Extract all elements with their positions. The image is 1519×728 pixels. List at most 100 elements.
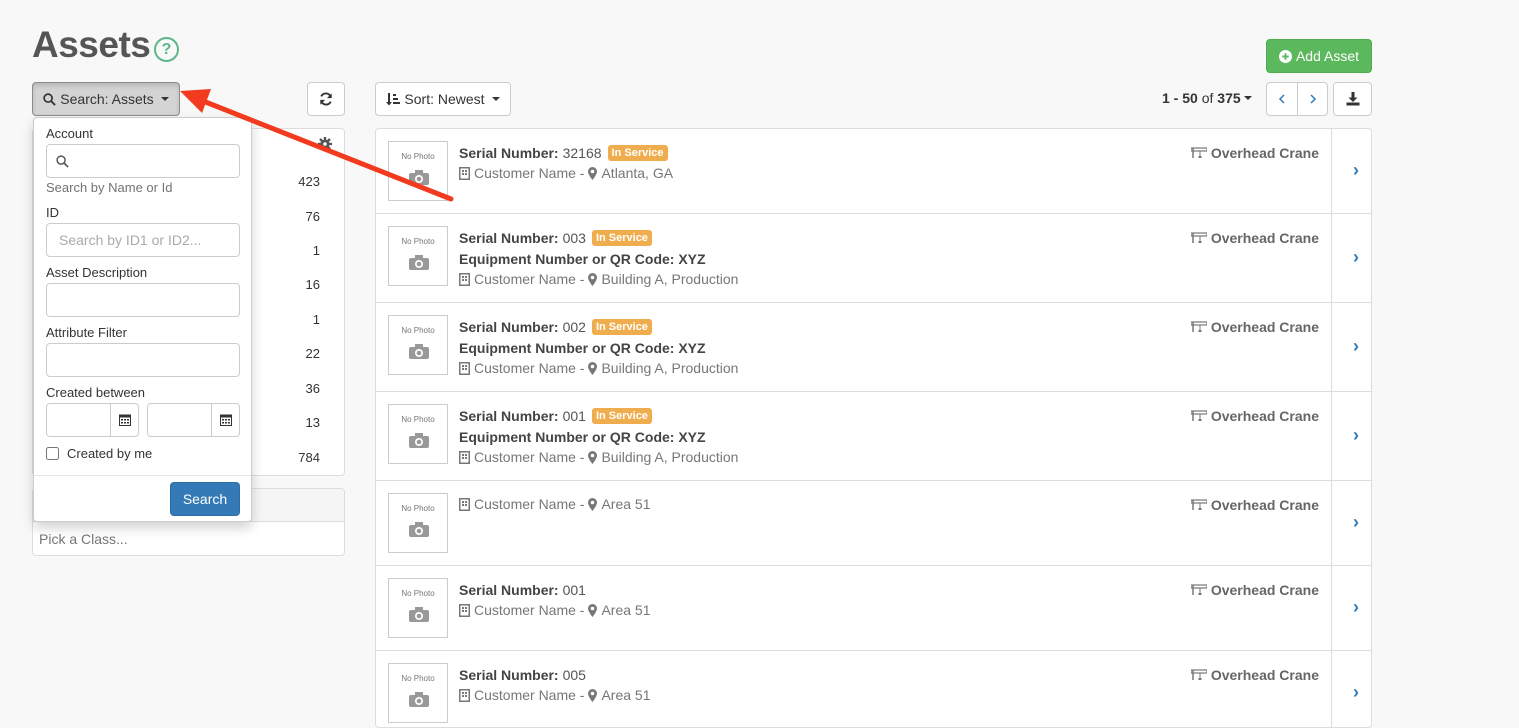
row-divider [1331,651,1332,727]
refresh-button[interactable] [307,82,345,116]
row-divider [1331,214,1332,302]
asset-row[interactable]: No Photo Serial Number: 003 In Service E… [376,214,1371,303]
serial-line: Serial Number: 001 [459,582,586,598]
customer-line: Customer Name - Area 51 [459,496,651,512]
asset-type: Overhead Crane [1190,145,1319,161]
account-label: Account [46,126,93,141]
customer-name: Customer Name - [474,449,585,465]
chevron-right-icon[interactable]: › [1353,336,1359,357]
chevron-right-icon [1309,94,1316,104]
search-icon [56,155,69,168]
account-help-text: Search by Name or Id [46,180,173,195]
camera-icon [409,607,429,622]
camera-icon [409,170,429,185]
sort-icon [386,93,401,106]
chevron-right-icon[interactable]: › [1353,682,1359,703]
building-icon [459,688,470,702]
building-icon [459,361,470,375]
serial-value: 32168 [562,145,602,161]
chevron-right-icon[interactable]: › [1353,247,1359,268]
crane-icon [1190,410,1207,421]
refresh-icon [320,92,332,106]
serial-value: 003 [562,230,586,246]
serial-label: Serial Number: [459,230,559,246]
created-by-me-label: Created by me [67,446,153,461]
facet-count: 423 [298,174,320,189]
crane-icon [1190,499,1207,510]
serial-value: 001 [562,582,586,598]
arrow-head [180,89,211,113]
camera-icon [409,344,429,359]
id-input[interactable] [46,223,240,257]
customer-line: Customer Name - Building A, Production [459,271,738,287]
download-icon [1346,92,1359,106]
equipment-label: Equipment Number or QR Code: [459,340,675,356]
equipment-label: Equipment Number or QR Code: [459,429,675,445]
crane-icon [1190,669,1207,680]
customer-name: Customer Name - [474,496,585,512]
caret-down-icon [491,97,500,101]
pager-of: of [1201,90,1214,106]
download-button[interactable] [1333,82,1372,116]
asset-type-label: Overhead Crane [1210,497,1319,513]
plus-circle-icon [1278,49,1292,63]
crane-icon [1190,584,1207,595]
gear-icon[interactable] [318,137,332,151]
account-field[interactable] [46,144,240,178]
calendar-button[interactable] [211,404,239,436]
building-icon [459,166,470,180]
asset-row[interactable]: No Photo Serial Number: 002 In Service E… [376,303,1371,392]
map-marker-icon [588,497,598,511]
serial-value: 002 [562,319,586,335]
search-dropdown: Account Search by Name or Id ID Asset De… [33,117,252,522]
created-to-date-input[interactable] [147,403,240,437]
asset-row[interactable]: No Photo Customer Name - Area 51 Overhea… [376,481,1371,566]
facet-count: 76 [305,209,320,224]
row-divider [1331,481,1332,565]
asset-thumbnail: No Photo [388,226,448,286]
search-toggle-button[interactable]: Search: Assets [32,82,180,116]
crane-icon [1190,321,1207,332]
asset-row[interactable]: No Photo Serial Number: 001 In Service E… [376,392,1371,481]
location: Atlanta, GA [601,165,674,181]
add-asset-button[interactable]: Add Asset [1266,39,1372,73]
asset-type-label: Overhead Crane [1210,145,1319,161]
calendar-button[interactable] [110,404,138,436]
asset-description-label: Asset Description [46,265,148,280]
created-by-me-checkbox[interactable] [46,447,59,460]
asset-description-input[interactable] [46,283,240,317]
customer-line: Customer Name - Building A, Production [459,449,738,465]
attribute-filter-input[interactable] [46,343,240,377]
facet-count: 13 [305,415,320,430]
customer-name: Customer Name - [474,360,585,376]
next-page-button[interactable] [1297,82,1328,116]
status-badge: In Service [591,319,652,335]
chevron-left-icon [1278,94,1285,104]
chevron-right-icon[interactable]: › [1353,425,1359,446]
caret-down-icon [1243,96,1252,100]
sort-button[interactable]: Sort: Newest [375,82,511,116]
pager-summary[interactable]: 1 - 50 of 375 [1162,90,1252,106]
chevron-right-icon[interactable]: › [1353,512,1359,533]
serial-label: Serial Number: [459,667,559,683]
class-picker-input[interactable] [33,522,344,556]
id-label: ID [46,205,59,220]
building-icon [459,450,470,464]
asset-thumbnail: No Photo [388,578,448,638]
map-marker-icon [588,166,598,180]
help-icon[interactable]: ? [154,37,179,62]
created-from-date-input[interactable] [46,403,139,437]
chevron-right-icon[interactable]: › [1353,160,1359,181]
facet-count: 784 [298,450,320,465]
crane-icon [1190,147,1207,158]
asset-row[interactable]: No Photo Serial Number: 32168 In Service… [376,129,1371,214]
camera-icon [409,692,429,707]
asset-row[interactable]: No Photo Serial Number: 005 Customer Nam… [376,651,1371,727]
search-icon [43,92,57,106]
previous-page-button[interactable] [1266,82,1298,116]
search-submit-button[interactable]: Search [170,482,240,516]
chevron-right-icon[interactable]: › [1353,597,1359,618]
asset-type: Overhead Crane [1190,319,1319,335]
asset-row[interactable]: No Photo Serial Number: 001 Customer Nam… [376,566,1371,651]
row-divider [1331,303,1332,391]
